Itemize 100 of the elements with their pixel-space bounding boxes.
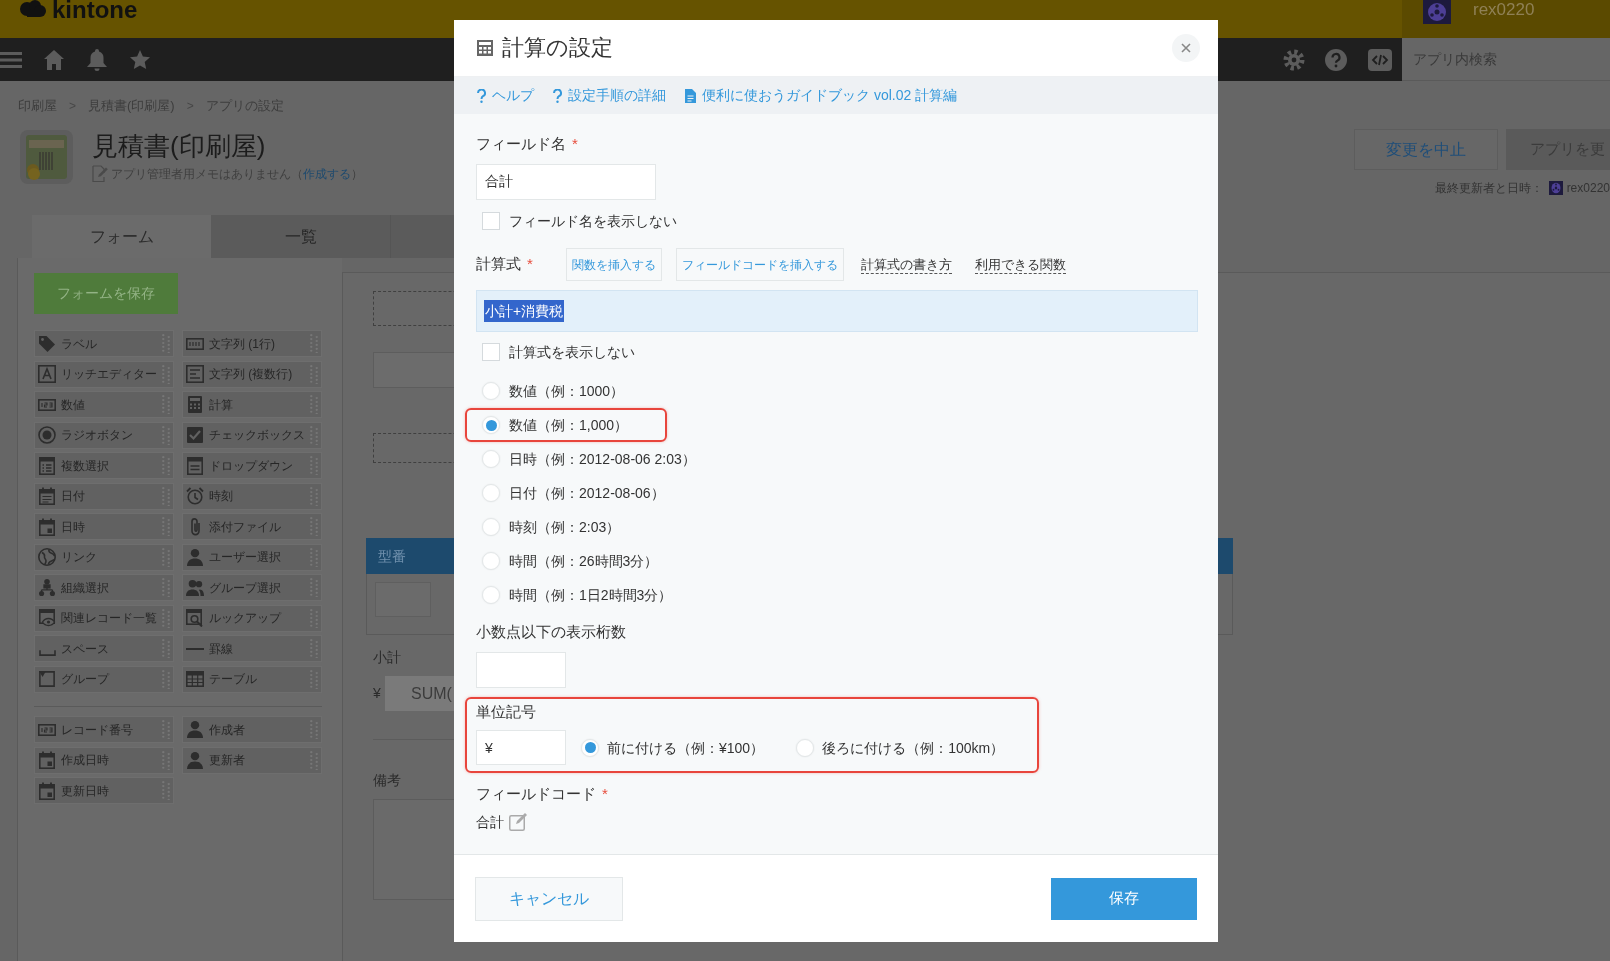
required-mark: * — [602, 783, 608, 804]
help-icon — [477, 88, 486, 103]
number-box-icon — [38, 723, 56, 736]
menu-icon[interactable] — [0, 51, 22, 68]
palette-item[interactable]: 作成者 — [182, 716, 322, 743]
radio-button[interactable] — [482, 416, 500, 434]
logo-text: kintone — [52, 0, 138, 23]
settings-icon[interactable] — [1283, 48, 1305, 71]
text-lines-icon — [186, 365, 204, 383]
cancel-changes-button[interactable]: 変更を中止 — [1354, 129, 1498, 170]
radio-label: 時刻（例：2:03） — [509, 518, 621, 536]
text-input[interactable]: 合計 — [476, 164, 656, 200]
number-box-icon — [38, 398, 56, 411]
field-label: 小計 — [373, 648, 401, 667]
radio-label: 数値（例：1,000） — [509, 416, 629, 434]
org-chart-icon — [39, 579, 55, 596]
paperclip-icon — [190, 517, 200, 536]
calendar-icon — [39, 487, 55, 505]
globe-icon — [38, 548, 56, 566]
insert-button[interactable]: フィールドコードを挿入する — [676, 248, 844, 281]
insert-button[interactable]: 関数を挿入する — [566, 248, 662, 281]
calculator-icon — [477, 40, 493, 56]
text-input[interactable]: ¥ — [476, 730, 566, 765]
field-label: フィールド名 — [476, 133, 566, 154]
checkbox[interactable] — [482, 343, 500, 361]
field-label: 小数点以下の表示桁数 — [476, 621, 626, 642]
radio-button[interactable] — [482, 484, 500, 502]
help-link[interactable]: 利用できる関数 — [975, 255, 1066, 274]
text-box-icon — [186, 337, 204, 350]
memo-link[interactable]: 作成する — [303, 166, 351, 181]
radio-label: 後ろに付ける（例：100km） — [822, 738, 1005, 757]
palette-item[interactable]: 作成日時 — [34, 746, 174, 774]
currency-prefix: ¥ — [373, 684, 382, 703]
table-icon — [186, 671, 204, 687]
person-icon — [187, 751, 203, 769]
radio-button[interactable] — [482, 382, 500, 400]
cancel-button[interactable]: キャンセル — [475, 876, 623, 921]
help-link[interactable]: ヘルプ — [477, 85, 534, 106]
window-magnifier-icon — [186, 609, 204, 627]
user-menu[interactable]: rex0220 — [1402, 0, 1610, 38]
group-frame-icon — [39, 671, 55, 687]
space-bracket-icon — [38, 649, 56, 656]
palette-item[interactable]: 時刻 — [182, 482, 322, 510]
field-label: 備考 — [373, 771, 401, 790]
edit-icon[interactable] — [509, 813, 527, 831]
close-button[interactable] — [1172, 34, 1200, 62]
save-form-button[interactable]: フォームを保存 — [34, 273, 178, 314]
memo-icon — [92, 165, 108, 182]
column-header: 型番 — [378, 546, 406, 566]
radio-label: 前に付ける（例：¥100） — [607, 738, 765, 757]
calculator-icon — [188, 396, 202, 413]
field-label: 計算式 — [476, 254, 521, 275]
dialog-title: 計算の設定 — [502, 34, 613, 62]
help-link[interactable]: 設定手順の詳細 — [553, 85, 666, 106]
radio-button[interactable] — [482, 450, 500, 468]
save-button[interactable]: 保存 — [1051, 877, 1197, 920]
radio-label: 数値（例：1000） — [509, 382, 625, 400]
list-window-icon — [39, 456, 55, 475]
radio-button[interactable] — [482, 518, 500, 536]
required-mark: * — [572, 133, 578, 154]
field-code-value: 合計 — [476, 812, 504, 832]
radio-label: 日付（例：2012-08-06） — [509, 484, 665, 502]
radio-button[interactable] — [482, 586, 500, 604]
avatar-icon — [1423, 0, 1451, 24]
horizontal-line-icon — [186, 647, 204, 650]
calendar-icon — [39, 751, 55, 769]
people-icon — [186, 579, 204, 596]
help-icon[interactable] — [1325, 48, 1347, 71]
formula-text: 小計+消費税 — [484, 300, 565, 322]
app-title: 見積書(印刷屋) — [92, 130, 267, 162]
radio-button[interactable] — [796, 738, 815, 757]
guide-link[interactable]: 便利に使おうガイドブック vol.02 計算編 — [685, 85, 958, 106]
radio-button[interactable] — [482, 552, 500, 570]
formula-input[interactable]: 小計+消費税 — [476, 290, 1198, 332]
palette-item[interactable]: 日時 — [34, 513, 174, 540]
close-icon — [1181, 43, 1191, 53]
tag-icon — [38, 334, 56, 353]
document-icon — [685, 88, 696, 103]
checkbox[interactable] — [482, 212, 500, 230]
code-icon[interactable] — [1368, 48, 1392, 71]
checkbox-label: フィールド名を表示しない — [509, 212, 677, 230]
radio-label: 時間（例：1日2時間3分） — [509, 586, 673, 604]
radio-button[interactable] — [581, 738, 599, 757]
tab[interactable]: フォーム — [32, 215, 211, 258]
letter-a-icon — [38, 365, 56, 383]
avatar-icon — [1548, 181, 1563, 195]
required-mark: * — [527, 254, 533, 275]
number-input[interactable] — [476, 652, 566, 688]
breadcrumb-separator: > — [186, 98, 194, 115]
help-icon — [553, 88, 562, 103]
radio-label: 時間（例：26時間3分） — [509, 552, 659, 570]
home-icon[interactable] — [44, 49, 64, 70]
star-icon[interactable] — [130, 50, 150, 69]
palette-item[interactable]: 日付 — [34, 482, 174, 510]
help-link[interactable]: 計算式の書き方 — [861, 255, 952, 274]
bell-icon[interactable] — [87, 48, 107, 71]
checkbox-label: 計算式を表示しない — [509, 343, 635, 361]
list-window-icon — [187, 456, 203, 475]
field-label: 単位記号 — [476, 701, 536, 722]
window-eye-icon — [38, 609, 56, 627]
